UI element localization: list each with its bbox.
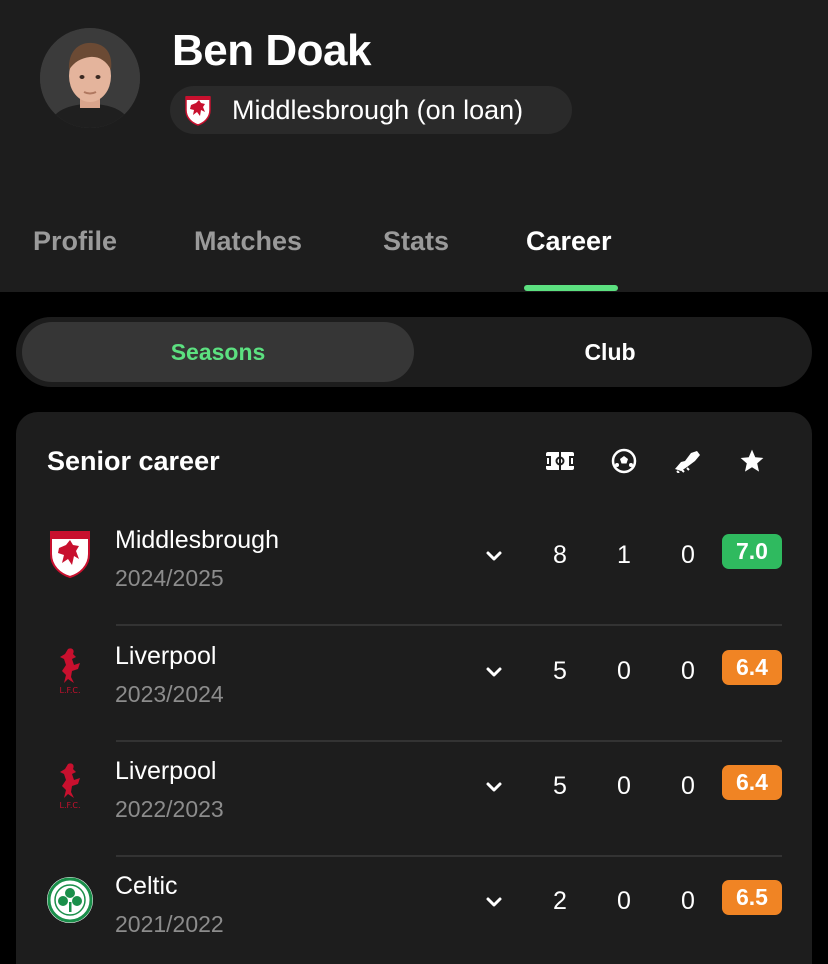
season-label: 2024/2025 bbox=[115, 565, 224, 591]
chevron-down-icon[interactable] bbox=[484, 777, 504, 797]
player-header: Ben Doak Middlesbrough (on loan) Profile… bbox=[0, 0, 828, 292]
seasons-club-toggle: Seasons Club bbox=[16, 317, 812, 387]
career-row-liverpool-2022[interactable]: L.F.C. Liverpool 2022/2023 5 0 0 6.4 bbox=[16, 739, 812, 855]
liverpool-crest-icon: L.F.C. bbox=[46, 761, 94, 810]
club-name: Liverpool bbox=[115, 642, 217, 670]
career-row-celtic-2021[interactable]: Celtic 2021/2022 2 0 0 6.5 bbox=[16, 854, 812, 964]
goals-value: 0 bbox=[617, 657, 631, 685]
goals-icon bbox=[609, 448, 639, 474]
middlesbrough-crest-icon bbox=[46, 530, 94, 578]
current-club-pill[interactable]: Middlesbrough (on loan) bbox=[170, 86, 572, 134]
tab-career[interactable]: Career bbox=[526, 226, 612, 257]
club-toggle-button[interactable]: Club bbox=[414, 322, 806, 382]
chevron-down-icon[interactable] bbox=[484, 892, 504, 912]
goals-value: 1 bbox=[617, 541, 631, 569]
svg-text:L.F.C.: L.F.C. bbox=[60, 686, 81, 695]
tab-matches[interactable]: Matches bbox=[194, 226, 302, 257]
rating-icon bbox=[737, 448, 767, 474]
middlesbrough-crest-icon bbox=[182, 94, 214, 126]
rating-badge: 6.4 bbox=[722, 765, 782, 800]
assists-value: 0 bbox=[681, 657, 695, 685]
liverpool-crest-icon: L.F.C. bbox=[46, 646, 94, 695]
rating-badge: 6.4 bbox=[722, 650, 782, 685]
season-label: 2021/2022 bbox=[115, 911, 224, 937]
appearances-icon bbox=[545, 448, 575, 474]
rating-badge: 7.0 bbox=[722, 534, 782, 569]
svg-text:L.F.C.: L.F.C. bbox=[60, 801, 81, 810]
appearances-value: 8 bbox=[553, 541, 567, 569]
assists-value: 0 bbox=[681, 541, 695, 569]
assists-icon bbox=[673, 448, 703, 474]
seasons-toggle-button[interactable]: Seasons bbox=[22, 322, 414, 382]
tab-stats[interactable]: Stats bbox=[383, 226, 449, 257]
chevron-down-icon[interactable] bbox=[484, 546, 504, 566]
active-tab-indicator bbox=[524, 285, 618, 291]
assists-value: 0 bbox=[681, 772, 695, 800]
appearances-value: 5 bbox=[553, 772, 567, 800]
career-row-middlesbrough-2024[interactable]: Middlesbrough 2024/2025 8 1 0 7.0 bbox=[16, 508, 812, 624]
career-row-liverpool-2023[interactable]: L.F.C. Liverpool 2023/2024 5 0 0 6.4 bbox=[16, 624, 812, 740]
current-club-label: Middlesbrough (on loan) bbox=[232, 94, 524, 125]
celtic-crest-icon bbox=[46, 876, 94, 924]
club-name: Middlesbrough bbox=[115, 526, 279, 554]
goals-value: 0 bbox=[617, 772, 631, 800]
assists-value: 0 bbox=[681, 887, 695, 915]
player-name: Ben Doak bbox=[172, 26, 371, 75]
player-avatar bbox=[40, 28, 140, 128]
season-label: 2023/2024 bbox=[115, 681, 224, 707]
section-title: Senior career bbox=[47, 446, 220, 476]
club-name: Celtic bbox=[115, 872, 178, 900]
senior-career-card: Senior career Middlesbrough 2024/2025 8 … bbox=[16, 412, 812, 964]
rating-badge: 6.5 bbox=[722, 880, 782, 915]
club-name: Liverpool bbox=[115, 757, 217, 785]
chevron-down-icon[interactable] bbox=[484, 662, 504, 682]
goals-value: 0 bbox=[617, 887, 631, 915]
tab-profile[interactable]: Profile bbox=[33, 226, 117, 257]
appearances-value: 5 bbox=[553, 657, 567, 685]
season-label: 2022/2023 bbox=[115, 796, 224, 822]
profile-tabs: Profile Matches Stats Career bbox=[0, 222, 828, 292]
appearances-value: 2 bbox=[553, 887, 567, 915]
